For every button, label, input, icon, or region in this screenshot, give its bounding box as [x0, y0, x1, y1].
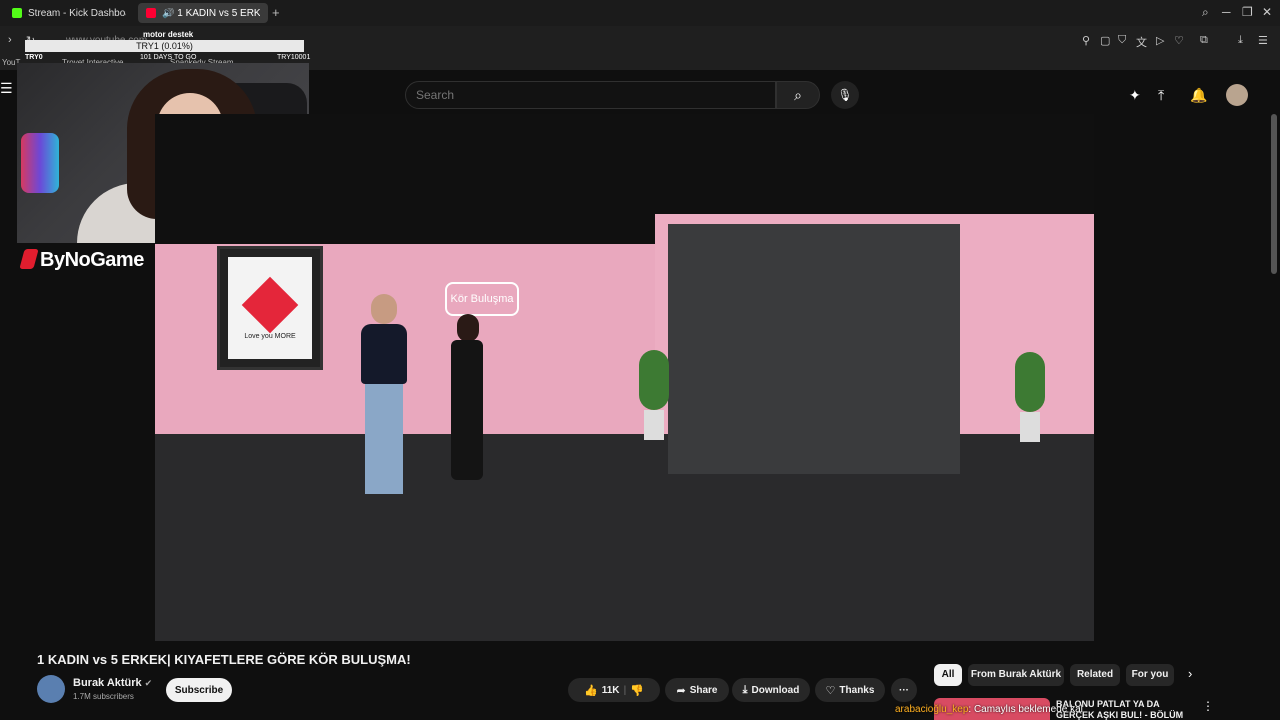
plant	[1015, 352, 1045, 442]
dislike-icon[interactable]: 👎	[630, 684, 644, 697]
brand-logo: ByNoGame	[19, 249, 144, 272]
thanks-icon: ♡	[825, 684, 836, 697]
chat-username: arabacioğlu_kep	[895, 704, 969, 715]
chip-related[interactable]: Related	[1070, 664, 1120, 686]
like-dislike-group: 👍 11K | 👎	[568, 678, 660, 702]
brand-name: ByNoGame	[40, 249, 144, 271]
more-actions-button[interactable]: ···	[891, 678, 917, 702]
chat-message-overlay: arabacioğlu_kep: Camaylıs beklemede kal	[895, 704, 1083, 715]
tab-youtube-video[interactable]: 🔊 1 KADIN vs 5 ERKEK|	[138, 3, 268, 23]
video-title: 1 KADIN vs 5 ERKEK| KIYAFETLERE GÖRE KÖR…	[37, 652, 411, 667]
new-tab-button[interactable]: +	[272, 5, 280, 20]
search-button[interactable]: ⌕	[776, 81, 820, 109]
heart-icon	[241, 276, 299, 334]
like-count[interactable]: 11K	[602, 685, 620, 696]
upload-icon[interactable]: ⤒	[1158, 87, 1164, 104]
play-icon[interactable]: ▷	[1156, 34, 1164, 47]
download-icon: ⤓	[742, 683, 748, 696]
donation-progress-bar: TRY1 (0.01%)	[25, 40, 304, 52]
minimize-button[interactable]: ─	[1222, 5, 1231, 19]
chip-for-you[interactable]: For you	[1126, 664, 1174, 686]
browser-tab-strip: Stream - Kick Dashboard 🔊 1 KADIN vs 5 E…	[0, 0, 1280, 26]
video-frame-poster: Love you MORE	[217, 246, 323, 370]
kick-icon	[12, 8, 22, 18]
video-person	[447, 314, 487, 484]
tab-label: 🔊 1 KADIN vs 5 ERKEK|	[162, 7, 260, 19]
goal-deadline: 101 DAYS TO GO	[140, 54, 197, 61]
channel-name[interactable]: Burak Aktürk ✔	[73, 677, 152, 689]
more-vert-icon[interactable]: ⋮	[1202, 699, 1214, 713]
verified-icon: ✔	[144, 678, 153, 688]
chevron-right-icon[interactable]: ›	[1188, 666, 1192, 681]
subscribe-button[interactable]: Subscribe	[166, 678, 232, 702]
chip-from-channel[interactable]: From Burak Aktürk	[968, 664, 1064, 686]
donation-progress-text: TRY1 (0.01%)	[136, 41, 193, 51]
share-button[interactable]: ➦ Share	[665, 678, 729, 702]
tab-kick-dashboard[interactable]: Stream - Kick Dashboard	[4, 3, 134, 23]
goal-start: TRY0	[25, 54, 43, 61]
goal-end: TRY10001	[277, 54, 311, 61]
microphone-icon: 🎙	[837, 88, 853, 102]
shield-icon[interactable]: ⛉	[1118, 34, 1126, 47]
account-avatar[interactable]	[1226, 84, 1248, 106]
poster-text: Love you MORE	[244, 333, 296, 340]
create-icon[interactable]: ✦	[1129, 87, 1141, 104]
share-icon: ➦	[676, 684, 686, 697]
menu-icon[interactable]: ☰	[1258, 34, 1268, 47]
donation-title: motor destek	[143, 30, 194, 39]
bynogame-icon	[19, 249, 39, 269]
search-tabs-icon[interactable]: ⌕	[1202, 5, 1209, 20]
neon-sign: Kör Buluşma	[445, 282, 519, 316]
thanks-button[interactable]: ♡ Thanks	[815, 678, 885, 702]
channel-avatar[interactable]	[37, 675, 65, 703]
close-button[interactable]: ✕	[1262, 5, 1272, 19]
search-input[interactable]	[416, 88, 756, 102]
search-box	[405, 81, 776, 109]
translate-icon[interactable]: 文	[1136, 34, 1147, 50]
video-person	[355, 294, 413, 504]
tab-label: Stream - Kick Dashboard	[28, 7, 126, 19]
chat-text: : Camaylıs beklemede kal	[968, 704, 1083, 715]
bookmark-icon[interactable]: ⚲	[1082, 34, 1090, 47]
restore-button[interactable]: ❐	[1242, 5, 1253, 19]
extensions-icon[interactable]: ⧉	[1200, 34, 1208, 47]
heart-icon[interactable]: ♡	[1174, 34, 1184, 47]
forward-icon[interactable]: ›	[8, 34, 12, 46]
notifications-bell-icon[interactable]: 🔔	[1190, 87, 1207, 104]
video-player[interactable]: Love you MORE Kör Buluşma	[155, 114, 1094, 641]
search-icon: ⌕	[794, 87, 802, 103]
like-icon[interactable]: 👍	[584, 684, 598, 697]
curtain-screen	[668, 224, 960, 474]
hamburger-menu-icon[interactable]: ☰	[0, 80, 13, 97]
chip-all[interactable]: All	[934, 664, 962, 686]
subscriber-count: 1.7M subscribers	[73, 692, 134, 701]
screenshot-icon[interactable]: ▢	[1100, 34, 1110, 47]
youtube-icon	[146, 8, 156, 18]
download-button[interactable]: ⤓ Download	[732, 678, 810, 702]
donation-goal: motor destek TRY1 (0.01%)	[25, 30, 304, 52]
donation-goal-labels: TRY0 101 DAYS TO GO TRY10001	[25, 54, 310, 62]
plant	[639, 350, 669, 440]
page-scrollbar[interactable]	[1271, 114, 1277, 274]
download-icon[interactable]: ⤓	[1238, 34, 1243, 47]
voice-search-button[interactable]: 🎙	[831, 81, 859, 109]
